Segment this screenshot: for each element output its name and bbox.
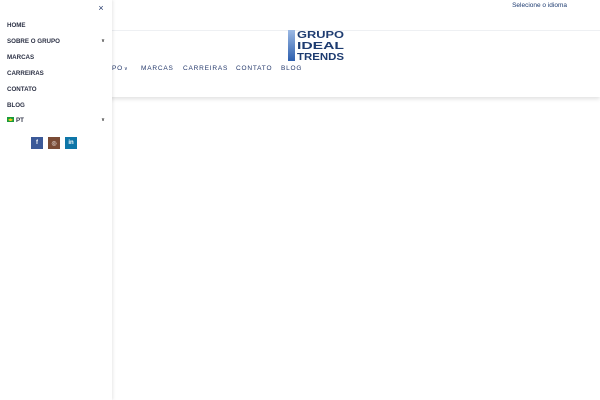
drawer-item-label: BLOG	[7, 101, 25, 109]
drawer-item-contato[interactable]: CONTATO	[7, 83, 105, 95]
close-icon[interactable]: ×	[96, 3, 106, 13]
mobile-menu-drawer: × HOME SOBRE O GRUPO ∨ MARCAS CARREIRAS …	[0, 0, 112, 400]
nav-item-contato[interactable]: CONTATO	[236, 65, 272, 72]
language-select-link[interactable]: Selecione o idioma	[512, 2, 567, 9]
language-code: PT	[16, 116, 24, 124]
grupo-ideal-trends-logo[interactable]: GRUPO IDEAL TRENDS	[288, 28, 344, 61]
drawer-item-label: MARCAS	[7, 53, 35, 61]
drawer-item-home[interactable]: HOME	[7, 19, 105, 31]
drawer-item-blog[interactable]: BLOG	[7, 99, 105, 111]
drawer-item-label: CONTATO	[7, 85, 37, 93]
drawer-item-marcas[interactable]: MARCAS	[7, 51, 105, 63]
nav-item-blog[interactable]: BLOG	[281, 65, 302, 72]
linkedin-icon[interactable]: in	[65, 137, 77, 149]
brazil-flag-icon	[7, 117, 14, 123]
chevron-down-icon[interactable]: ∨	[101, 117, 105, 123]
social-links: f ◎ in	[31, 137, 77, 149]
language-selector: PT	[7, 117, 24, 124]
drawer-item-label: HOME	[7, 21, 26, 29]
nav-item-marcas[interactable]: MARCAS	[141, 65, 174, 72]
instagram-icon[interactable]: ◎	[48, 137, 60, 149]
drawer-item-carreiras[interactable]: CARREIRAS	[7, 67, 105, 79]
drawer-item-language[interactable]: PT ∨	[7, 114, 105, 126]
drawer-item-label: SOBRE O GRUPO	[7, 37, 60, 45]
nav-item-carreiras[interactable]: CARREIRAS	[183, 65, 228, 72]
nav-item-sobre[interactable]: PO∨	[112, 65, 128, 72]
facebook-icon[interactable]: f	[31, 137, 43, 149]
logo-line-3: TRENDS	[297, 51, 344, 61]
chevron-down-icon: ∨	[124, 66, 129, 72]
chevron-down-icon[interactable]: ∨	[101, 38, 105, 44]
drawer-item-sobre-o-grupo[interactable]: SOBRE O GRUPO ∨	[7, 35, 105, 47]
drawer-item-label: CARREIRAS	[7, 69, 44, 77]
